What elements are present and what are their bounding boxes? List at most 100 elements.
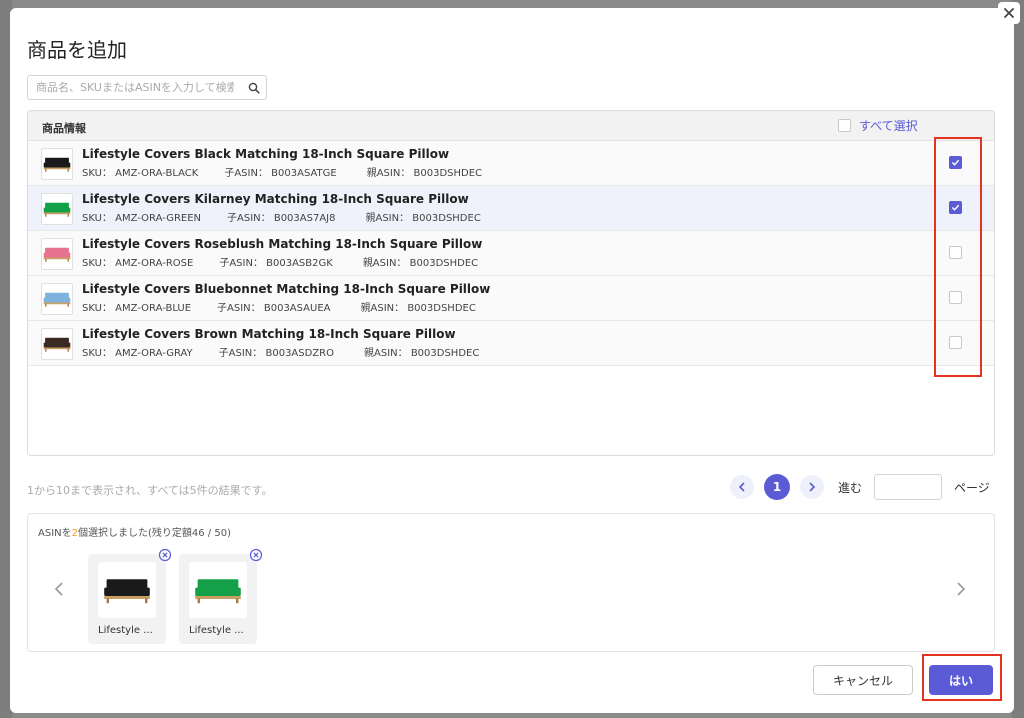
product-name: Lifestyle Covers Bluebonnet Matching 18-…	[82, 282, 491, 296]
sofa-icon	[43, 337, 71, 352]
selected-asin-label: Lifestyle ...	[189, 625, 244, 636]
chevron-right-icon	[957, 582, 966, 596]
table-header: 商品情報 すべて選択	[28, 111, 994, 141]
select-all-checkbox[interactable]: すべて選択	[838, 117, 918, 134]
search-icon	[248, 82, 260, 94]
row-checkbox[interactable]	[949, 246, 962, 259]
product-name: Lifestyle Covers Black Matching 18-Inch …	[82, 147, 450, 161]
next-page-button[interactable]	[800, 475, 824, 499]
product-name: Lifestyle Covers Brown Matching 18-Inch …	[82, 327, 456, 341]
row-checkbox[interactable]	[949, 291, 962, 304]
parent-asin-value: B003DSHDEC	[413, 168, 483, 179]
sku-label: SKU：	[82, 213, 112, 224]
child-asin-label: 子ASIN：	[227, 213, 271, 224]
close-button[interactable]	[998, 2, 1020, 24]
product-thumbnail	[41, 148, 73, 180]
chevron-right-icon	[809, 482, 816, 492]
selected-asin-thumbnail	[189, 562, 247, 618]
sku-label: SKU：	[82, 303, 112, 314]
dialog-title: 商品を追加	[27, 38, 127, 62]
pagination: 1 進む ページ	[730, 474, 990, 500]
child-asin-value: B003ASDZRO	[265, 348, 334, 359]
parent-asin-label: 親ASIN：	[364, 348, 408, 359]
product-meta: SKU： AMZ-ORA-BLUE 子ASIN： B003ASAUEA 親ASIN：…	[82, 299, 476, 314]
row-checkbox[interactable]	[949, 336, 962, 349]
child-asin-value: B003AS7AJ8	[273, 213, 336, 224]
product-thumbnail	[41, 193, 73, 225]
table-row[interactable]: Lifestyle Covers Roseblush Matching 18-I…	[28, 231, 994, 276]
sofa-icon	[195, 579, 241, 604]
remove-circle-icon	[249, 548, 263, 562]
result-count-text: 1から10まで表示され、すべては5件の結果です。	[27, 484, 273, 497]
selected-asin-panel: ASINを2個選択しました(残り定額46 / 50) Lifestyle ...…	[27, 513, 995, 652]
go-label: 進む	[838, 480, 863, 495]
confirm-button[interactable]: はい	[929, 665, 993, 695]
table-row[interactable]: Lifestyle Covers Black Matching 18-Inch …	[28, 141, 994, 186]
sku-value: AMZ-ORA-BLACK	[115, 168, 199, 179]
select-all-label: すべて選択	[859, 119, 918, 133]
search-input[interactable]	[28, 76, 242, 99]
child-asin-label: 子ASIN：	[218, 348, 263, 359]
add-product-dialog: 商品を追加 商品情報 すべて選択 Lifestyle Covers Black …	[10, 8, 1014, 713]
product-meta: SKU： AMZ-ORA-ROSE 子ASIN： B003ASB2GK 親ASIN：…	[82, 254, 478, 269]
selected-count-text: ASINを2個選択しました(残り定額46 / 50)	[38, 528, 231, 539]
table-row[interactable]: Lifestyle Covers Brown Matching 18-Inch …	[28, 321, 994, 366]
parent-asin-value: B003DSHDEC	[410, 348, 480, 359]
child-asin-label: 子ASIN：	[217, 303, 261, 314]
prev-page-button[interactable]	[730, 475, 754, 499]
check-icon	[951, 159, 960, 166]
search-button[interactable]	[242, 82, 266, 94]
remove-asin-button[interactable]	[158, 547, 172, 562]
close-icon	[1004, 8, 1014, 18]
table-row[interactable]: Lifestyle Covers Bluebonnet Matching 18-…	[28, 276, 994, 321]
product-meta: SKU： AMZ-ORA-GRAY 子ASIN： B003ASDZRO 親ASIN：…	[82, 344, 479, 359]
page-label: ページ	[954, 480, 990, 495]
product-thumbnail	[41, 328, 73, 360]
page-jump-input[interactable]	[874, 474, 943, 500]
parent-asin-label: 親ASIN：	[362, 258, 407, 269]
table-body: Lifestyle Covers Black Matching 18-Inch …	[28, 141, 994, 366]
sku-value: AMZ-ORA-BLUE	[115, 303, 192, 314]
remove-circle-icon	[158, 548, 172, 562]
search-box	[27, 75, 267, 100]
product-table: 商品情報 すべて選択 Lifestyle Covers Black Matchi…	[27, 110, 995, 456]
sku-label: SKU：	[82, 348, 112, 359]
select-all-box[interactable]	[838, 119, 851, 132]
selected-asin-card: Lifestyle ...	[88, 548, 172, 644]
sku-value: AMZ-ORA-GREEN	[115, 213, 202, 224]
child-asin-value: B003ASB2GK	[266, 258, 333, 269]
cancel-button[interactable]: キャンセル	[813, 665, 913, 695]
row-checkbox[interactable]	[949, 201, 962, 214]
sku-label: SKU：	[82, 168, 112, 179]
parent-asin-value: B003DSHDEC	[409, 258, 479, 269]
product-name: Lifestyle Covers Kilarney Matching 18-In…	[82, 192, 469, 206]
child-asin-value: B003ASATGE	[271, 168, 337, 179]
check-icon	[951, 204, 960, 211]
selected-asin-label: Lifestyle ...	[98, 625, 153, 636]
child-asin-value: B003ASAUEA	[263, 303, 331, 314]
carousel-next-button[interactable]	[956, 578, 966, 602]
product-thumbnail	[41, 283, 73, 315]
row-checkbox[interactable]	[949, 156, 962, 169]
product-name: Lifestyle Covers Roseblush Matching 18-I…	[82, 237, 483, 251]
page-number-current[interactable]: 1	[764, 474, 790, 500]
table-row[interactable]: Lifestyle Covers Kilarney Matching 18-In…	[28, 186, 994, 231]
product-thumbnail	[41, 238, 73, 270]
child-asin-label: 子ASIN：	[224, 168, 268, 179]
remove-asin-button[interactable]	[249, 547, 263, 562]
column-product-info: 商品情報	[42, 122, 86, 135]
parent-asin-label: 親ASIN：	[366, 168, 411, 179]
selected-asin-thumbnail	[98, 562, 156, 618]
sofa-icon	[43, 292, 71, 307]
product-meta: SKU： AMZ-ORA-GREEN 子ASIN： B003AS7AJ8 親ASIN…	[82, 209, 481, 224]
sku-value: AMZ-ORA-GRAY	[115, 348, 193, 359]
product-meta: SKU： AMZ-ORA-BLACK 子ASIN： B003ASATGE 親ASIN…	[82, 164, 482, 179]
sofa-icon	[43, 247, 71, 262]
child-asin-label: 子ASIN：	[219, 258, 263, 269]
selected-asin-card: Lifestyle ...	[179, 548, 263, 644]
chevron-left-icon	[54, 582, 63, 596]
parent-asin-value: B003DSHDEC	[412, 213, 481, 224]
parent-asin-value: B003DSHDEC	[407, 303, 476, 314]
parent-asin-label: 親ASIN：	[365, 213, 410, 224]
carousel-prev-button[interactable]	[54, 578, 64, 602]
